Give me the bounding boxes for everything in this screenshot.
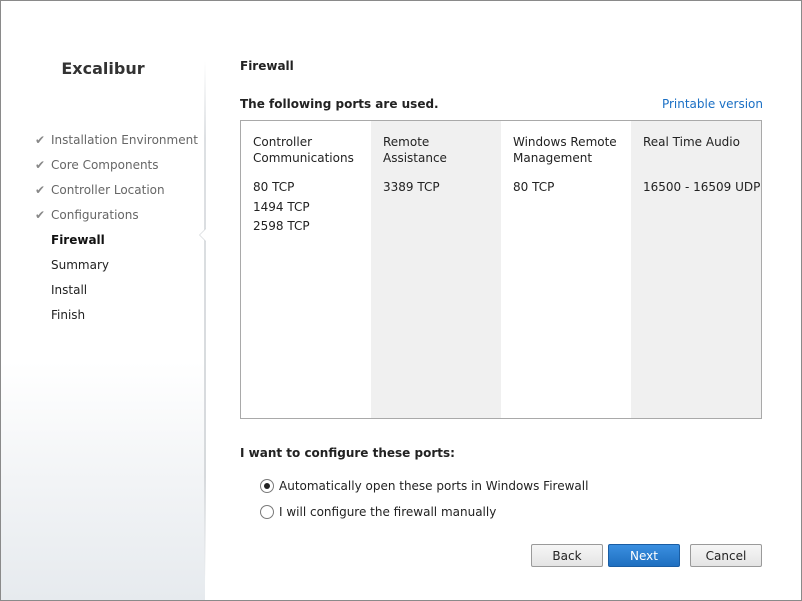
step-summary: Summary <box>35 253 198 278</box>
step-controller-location: ✔ Controller Location <box>35 178 198 203</box>
step-installation-environment: ✔ Installation Environment <box>35 128 198 153</box>
radio-button[interactable] <box>260 505 274 519</box>
step-finish: Finish <box>35 303 198 328</box>
port-column-windows-remote-management: Windows Remote Management 80 TCP <box>501 121 631 418</box>
column-header: Real Time Audio <box>643 135 740 149</box>
check-icon: ✔ <box>35 158 46 172</box>
page-title: Firewall <box>240 59 294 73</box>
port-column-real-time-audio: Real Time Audio 16500 - 16509 UDP <box>631 121 761 418</box>
step-label: Installation Environment <box>51 133 198 147</box>
auto-open-ports-option[interactable]: Automatically open these ports in Window… <box>260 479 588 493</box>
configure-heading: I want to configure these ports: <box>240 446 455 460</box>
column-header: Windows Remote Management <box>513 135 617 165</box>
column-header: Controller Communications <box>253 135 354 165</box>
step-core-components: ✔ Core Components <box>35 153 198 178</box>
check-icon: ✔ <box>35 133 46 147</box>
step-install: Install <box>35 278 198 303</box>
port-entry: 80 TCP <box>253 180 295 194</box>
step-label: Firewall <box>51 233 105 247</box>
port-entry: 2598 TCP <box>253 219 310 233</box>
step-list: ✔ Installation Environment ✔ Core Compon… <box>35 128 198 328</box>
port-entry: 80 TCP <box>513 180 555 194</box>
step-label: Finish <box>51 308 86 322</box>
printable-version-link[interactable]: Printable version <box>662 97 763 111</box>
manual-configure-option[interactable]: I will configure the firewall manually <box>260 505 496 519</box>
check-icon: ✔ <box>35 183 46 197</box>
radio-button-selected[interactable] <box>260 479 274 493</box>
step-label: Controller Location <box>51 183 165 197</box>
port-entry: 1494 TCP <box>253 199 310 214</box>
column-header: Remote Assistance <box>383 135 447 165</box>
step-label: Core Components <box>51 158 159 172</box>
installer-window: Excalibur ✔ Installation Environment ✔ C… <box>0 0 802 601</box>
step-configurations: ✔ Configurations <box>35 203 198 228</box>
sidebar: Excalibur ✔ Installation Environment ✔ C… <box>1 1 205 600</box>
ports-heading: The following ports are used. <box>240 97 439 111</box>
option-label: Automatically open these ports in Window… <box>279 479 589 493</box>
back-button[interactable]: Back <box>531 544 603 567</box>
next-button[interactable]: Next <box>608 544 680 567</box>
port-entry: 3389 TCP <box>383 180 440 194</box>
step-label: Install <box>51 283 88 297</box>
step-label: Summary <box>51 258 109 272</box>
port-entry: 16500 - 16509 UDP <box>643 180 761 194</box>
cancel-button[interactable]: Cancel <box>690 544 762 567</box>
port-column-remote-assistance: Remote Assistance 3389 TCP <box>371 121 501 418</box>
step-firewall: Firewall <box>35 228 198 253</box>
option-label: I will configure the firewall manually <box>279 505 497 519</box>
step-label: Configurations <box>51 208 139 222</box>
main-panel: Firewall The following ports are used. P… <box>206 1 801 600</box>
ports-table: Controller Communications 80 TCP 1494 TC… <box>240 120 762 419</box>
product-title: Excalibur <box>61 59 145 78</box>
check-icon: ✔ <box>35 208 46 222</box>
port-column-controller-communications: Controller Communications 80 TCP 1494 TC… <box>241 121 371 418</box>
